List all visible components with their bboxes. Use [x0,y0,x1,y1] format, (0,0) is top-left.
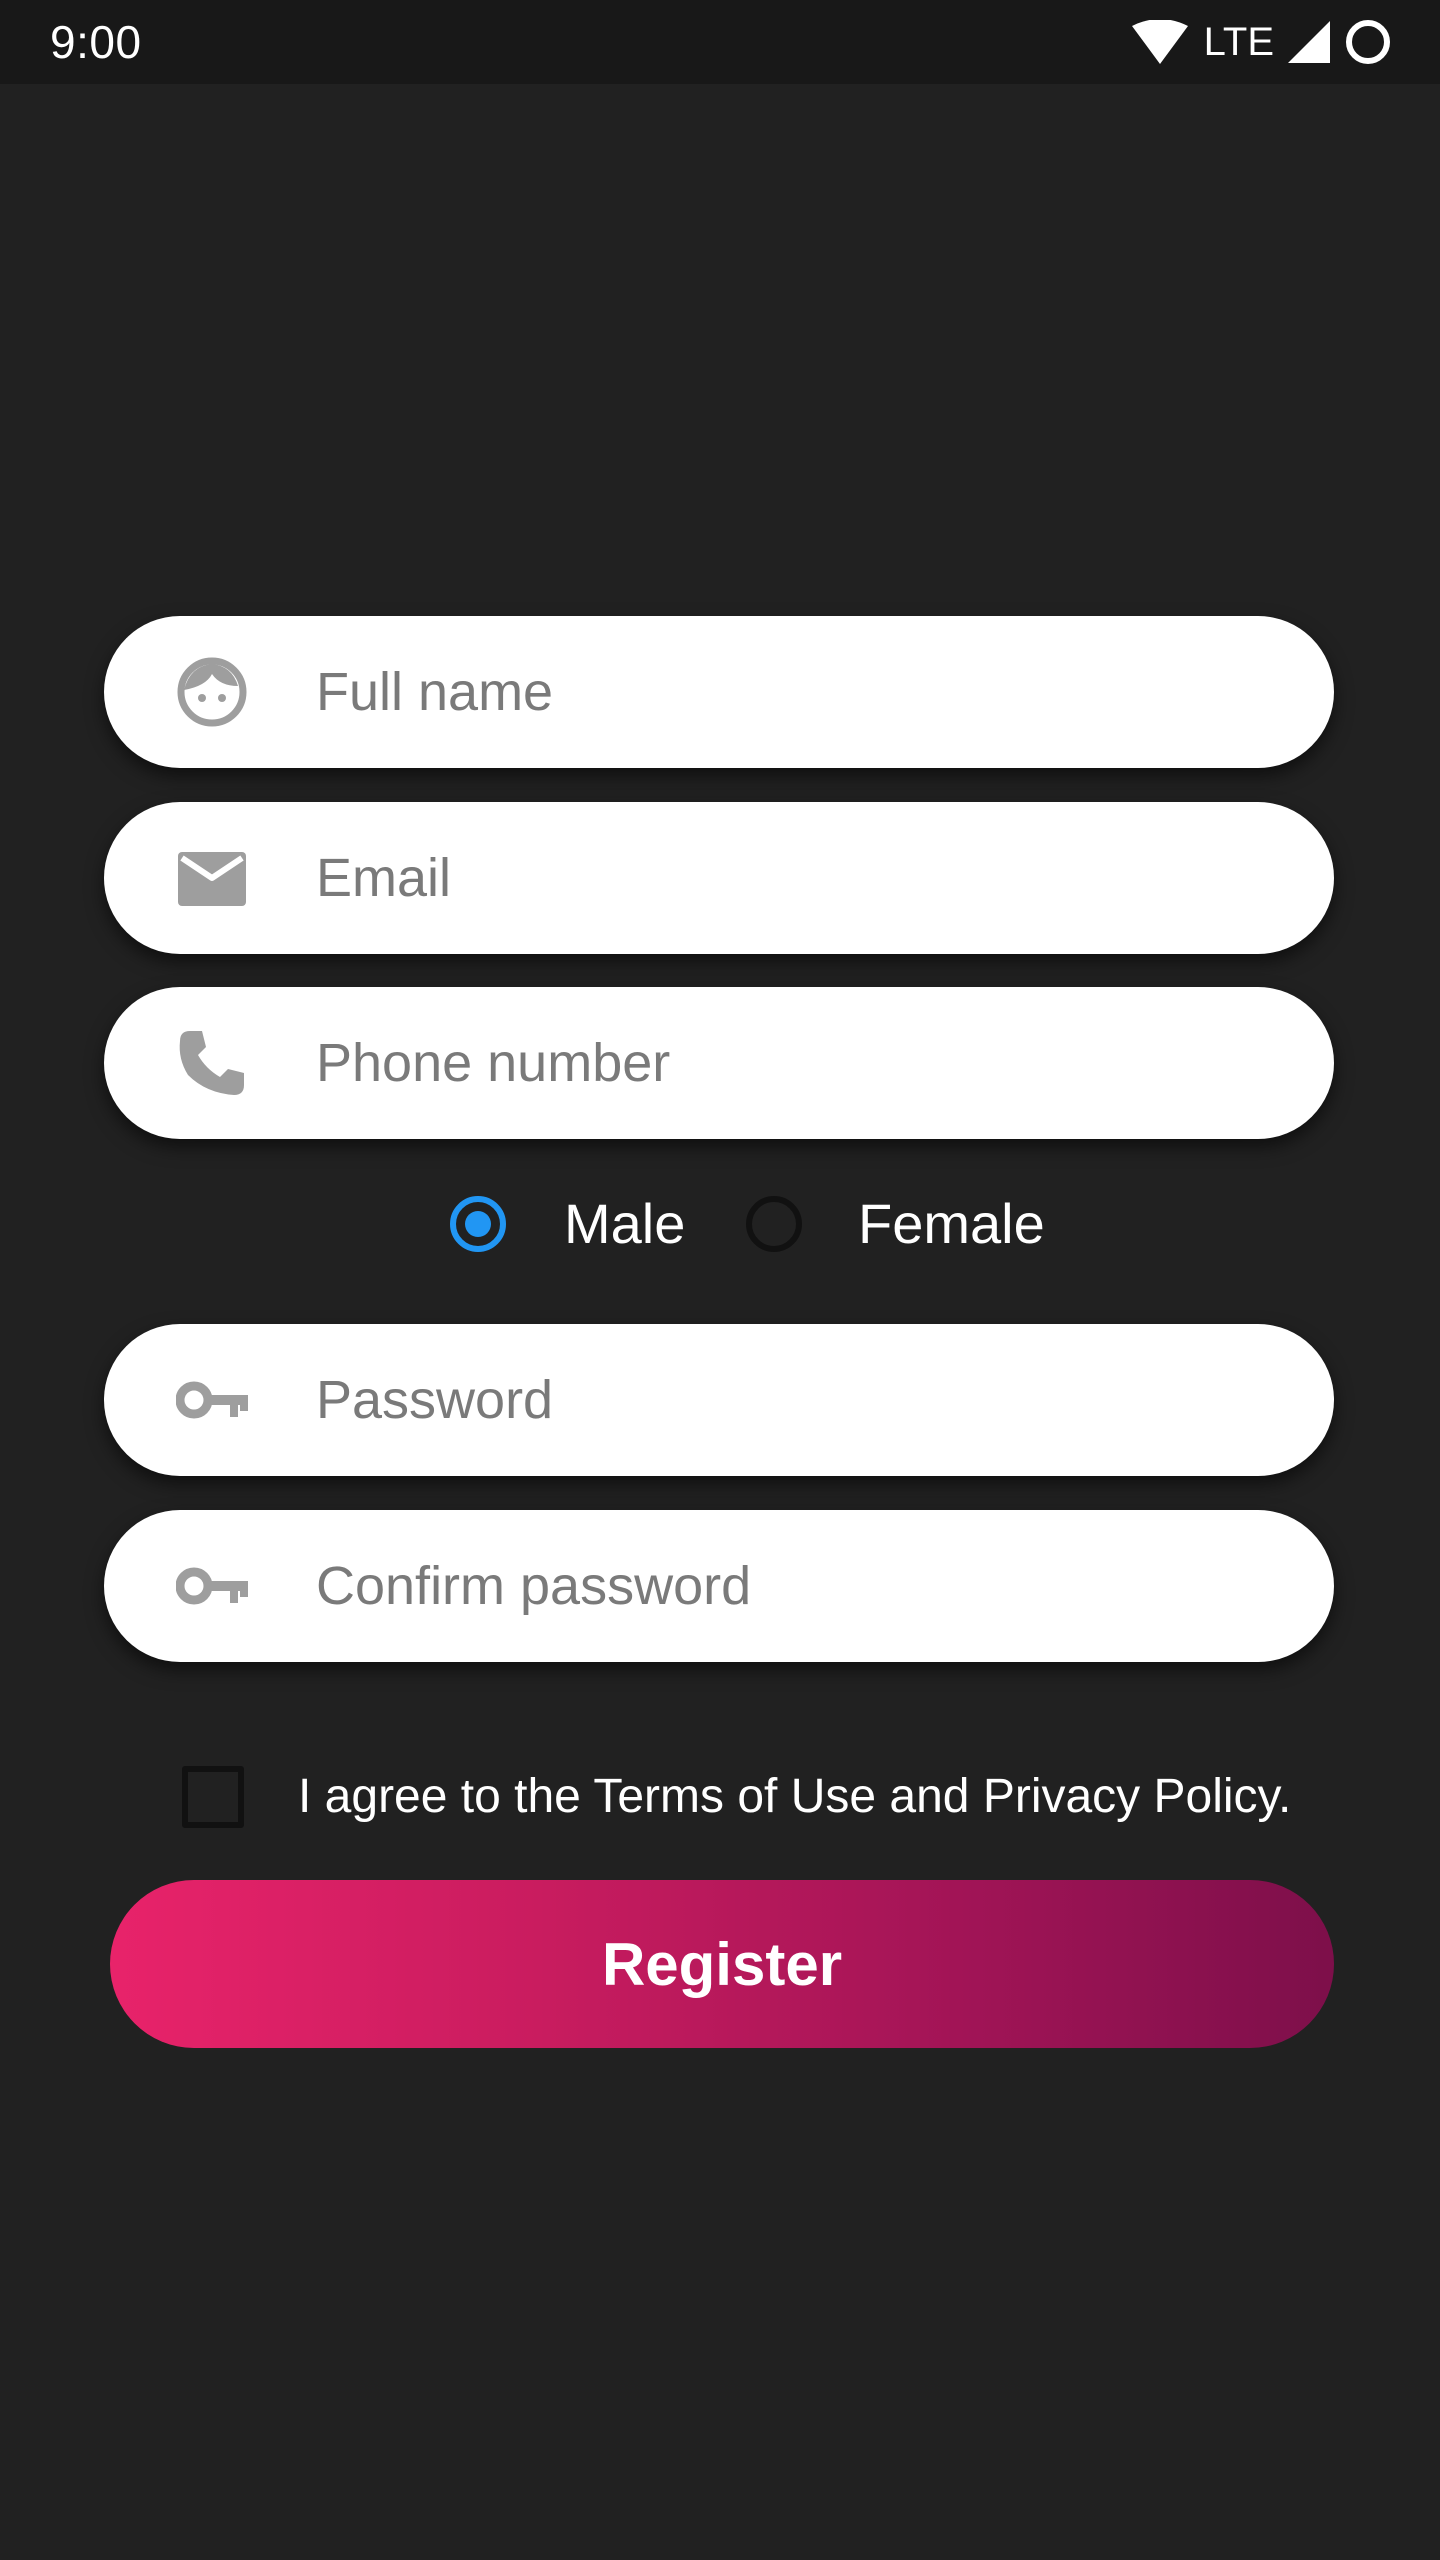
key-icon [176,1567,248,1605]
email-field[interactable]: Email [104,802,1334,954]
key-icon [176,1381,248,1419]
female-label[interactable]: Female [858,1186,1045,1262]
battery-circle-icon [1346,20,1390,64]
password-field[interactable]: Password [104,1324,1334,1476]
phone-placeholder: Phone number [316,1033,671,1093]
phone-field[interactable]: Phone number [104,987,1334,1139]
face-icon [177,657,247,727]
wifi-icon [1131,20,1188,64]
terms-label[interactable]: I agree to the Terms of Use and Privacy … [298,1762,1291,1832]
terms-checkbox[interactable] [182,1766,244,1828]
status-icons: LTE [1131,18,1392,66]
female-radio[interactable] [746,1196,802,1252]
male-label[interactable]: Male [564,1186,685,1262]
male-radio[interactable] [450,1196,506,1252]
gender-radio-group: Male Female [0,1186,1440,1266]
terms-row: I agree to the Terms of Use and Privacy … [0,1762,1440,1832]
status-time: 9:00 [50,16,142,68]
password-placeholder: Password [316,1370,554,1430]
full-name-field[interactable]: Full name [104,616,1334,768]
confirm-password-placeholder: Confirm password [316,1556,752,1616]
confirm-password-field[interactable]: Confirm password [104,1510,1334,1662]
register-button[interactable]: Register [110,1880,1334,2048]
network-type-label: LTE [1203,20,1274,64]
status-bar: 9:00 LTE [0,0,1440,84]
mail-icon [178,852,246,906]
cell-signal-icon [1288,21,1330,63]
phone-icon [179,1031,244,1095]
email-placeholder: Email [316,848,452,908]
full-name-placeholder: Full name [316,662,554,722]
